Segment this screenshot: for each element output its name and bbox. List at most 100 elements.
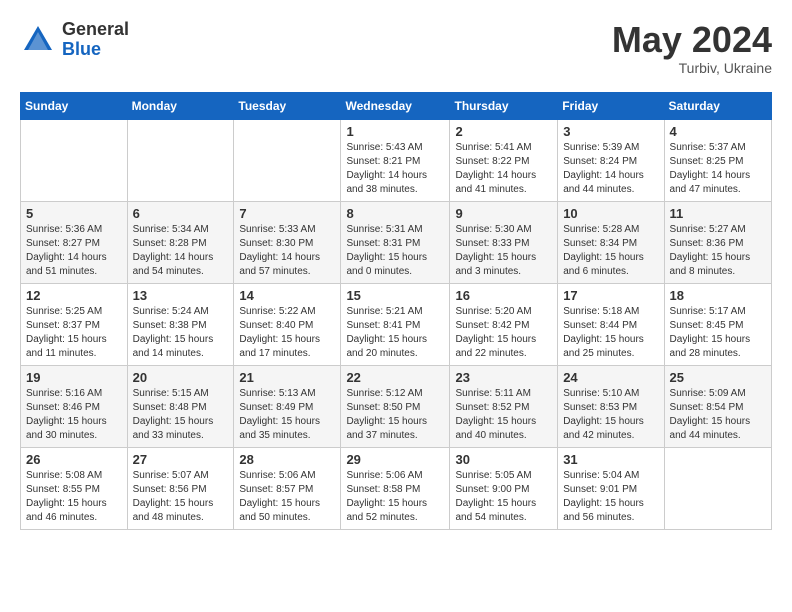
calendar-cell: 13 Sunrise: 5:24 AM Sunset: 8:38 PM Dayli… xyxy=(127,283,234,365)
calendar-cell: 4 Sunrise: 5:37 AM Sunset: 8:25 PM Daylig… xyxy=(664,119,771,201)
column-header-tuesday: Tuesday xyxy=(234,92,341,119)
calendar-cell: 15 Sunrise: 5:21 AM Sunset: 8:41 PM Dayli… xyxy=(341,283,450,365)
calendar-cell: 3 Sunrise: 5:39 AM Sunset: 8:24 PM Daylig… xyxy=(558,119,664,201)
day-number: 11 xyxy=(670,206,766,221)
day-number: 12 xyxy=(26,288,122,303)
day-number: 21 xyxy=(239,370,335,385)
day-number: 19 xyxy=(26,370,122,385)
day-number: 5 xyxy=(26,206,122,221)
day-number: 31 xyxy=(563,452,658,467)
column-header-monday: Monday xyxy=(127,92,234,119)
cell-content: Sunrise: 5:11 AM Sunset: 8:52 PM Dayligh… xyxy=(455,387,552,443)
calendar-cell: 7Sunrise: 5:33 AM Sunset: 8:30 PM Daylig… xyxy=(234,201,341,283)
day-number: 22 xyxy=(346,370,444,385)
day-number: 26 xyxy=(26,452,122,467)
cell-content: Sunrise: 5:20 AM Sunset: 8:42 PM Dayligh… xyxy=(455,305,552,361)
cell-content: Sunrise: 5:04 AM Sunset: 9:01 PM Dayligh… xyxy=(563,469,658,525)
cell-content: Sunrise: 5:33 AM Sunset: 8:30 PM Dayligh… xyxy=(239,223,335,279)
column-header-saturday: Saturday xyxy=(664,92,771,119)
day-number: 2 xyxy=(455,124,552,139)
title-block: May 2024 Turbiv, Ukraine xyxy=(612,20,772,76)
column-header-thursday: Thursday xyxy=(450,92,558,119)
location-label: Turbiv, Ukraine xyxy=(612,60,772,76)
day-number: 17 xyxy=(563,288,658,303)
calendar-cell: 31 Sunrise: 5:04 AM Sunset: 9:01 PM Dayli… xyxy=(558,447,664,529)
calendar-cell: 2 Sunrise: 5:41 AM Sunset: 8:22 PM Daylig… xyxy=(450,119,558,201)
day-number: 4 xyxy=(670,124,766,139)
cell-content: Sunrise: 5:21 AM Sunset: 8:41 PM Dayligh… xyxy=(346,305,444,361)
cell-content: Sunrise: 5:28 AM Sunset: 8:34 PM Dayligh… xyxy=(563,223,658,279)
calendar-cell: 5 Sunrise: 5:36 AM Sunset: 8:27 PM Daylig… xyxy=(21,201,128,283)
day-number: 29 xyxy=(346,452,444,467)
cell-content: Sunrise: 5:24 AM Sunset: 8:38 PM Dayligh… xyxy=(133,305,229,361)
day-number: 24 xyxy=(563,370,658,385)
cell-content: Sunrise: 5:31 AM Sunset: 8:31 PM Dayligh… xyxy=(346,223,444,279)
cell-content: Sunrise: 5:34 AM Sunset: 8:28 PM Dayligh… xyxy=(133,223,229,279)
cell-content: Sunrise: 5:06 AM Sunset: 8:57 PM Dayligh… xyxy=(239,469,335,525)
day-number: 1 xyxy=(346,124,444,139)
cell-content: Sunrise: 5:30 AM Sunset: 8:33 PM Dayligh… xyxy=(455,223,552,279)
calendar-cell: 19 Sunrise: 5:16 AM Sunset: 8:46 PM Dayli… xyxy=(21,365,128,447)
calendar-cell: 27 Sunrise: 5:07 AM Sunset: 8:56 PM Dayli… xyxy=(127,447,234,529)
cell-content: Sunrise: 5:07 AM Sunset: 8:56 PM Dayligh… xyxy=(133,469,229,525)
calendar-cell: 25Sunrise: 5:09 AM Sunset: 8:54 PM Dayli… xyxy=(664,365,771,447)
calendar-cell: 28Sunrise: 5:06 AM Sunset: 8:57 PM Dayli… xyxy=(234,447,341,529)
calendar-table: SundayMondayTuesdayWednesdayThursdayFrid… xyxy=(20,92,772,530)
cell-content: Sunrise: 5:18 AM Sunset: 8:44 PM Dayligh… xyxy=(563,305,658,361)
calendar-cell: 21Sunrise: 5:13 AM Sunset: 8:49 PM Dayli… xyxy=(234,365,341,447)
cell-content: Sunrise: 5:25 AM Sunset: 8:37 PM Dayligh… xyxy=(26,305,122,361)
cell-content: Sunrise: 5:16 AM Sunset: 8:46 PM Dayligh… xyxy=(26,387,122,443)
calendar-cell: 14Sunrise: 5:22 AM Sunset: 8:40 PM Dayli… xyxy=(234,283,341,365)
cell-content: Sunrise: 5:12 AM Sunset: 8:50 PM Dayligh… xyxy=(346,387,444,443)
calendar-cell: 23Sunrise: 5:11 AM Sunset: 8:52 PM Dayli… xyxy=(450,365,558,447)
day-number: 14 xyxy=(239,288,335,303)
calendar-cell xyxy=(664,447,771,529)
cell-content: Sunrise: 5:36 AM Sunset: 8:27 PM Dayligh… xyxy=(26,223,122,279)
day-number: 27 xyxy=(133,452,229,467)
cell-content: Sunrise: 5:15 AM Sunset: 8:48 PM Dayligh… xyxy=(133,387,229,443)
day-number: 10 xyxy=(563,206,658,221)
calendar-cell: 16 Sunrise: 5:20 AM Sunset: 8:42 PM Dayli… xyxy=(450,283,558,365)
calendar-header-row: SundayMondayTuesdayWednesdayThursdayFrid… xyxy=(21,92,772,119)
cell-content: Sunrise: 5:27 AM Sunset: 8:36 PM Dayligh… xyxy=(670,223,766,279)
cell-content: Sunrise: 5:10 AM Sunset: 8:53 PM Dayligh… xyxy=(563,387,658,443)
calendar-week-row: 12 Sunrise: 5:25 AM Sunset: 8:37 PM Dayli… xyxy=(21,283,772,365)
calendar-week-row: 19 Sunrise: 5:16 AM Sunset: 8:46 PM Dayli… xyxy=(21,365,772,447)
calendar-cell: 18 Sunrise: 5:17 AM Sunset: 8:45 PM Dayli… xyxy=(664,283,771,365)
day-number: 15 xyxy=(346,288,444,303)
column-header-friday: Friday xyxy=(558,92,664,119)
day-number: 13 xyxy=(133,288,229,303)
logo: General Blue xyxy=(20,20,129,60)
cell-content: Sunrise: 5:39 AM Sunset: 8:24 PM Dayligh… xyxy=(563,141,658,197)
calendar-cell: 10 Sunrise: 5:28 AM Sunset: 8:34 PM Dayli… xyxy=(558,201,664,283)
day-number: 6 xyxy=(133,206,229,221)
cell-content: Sunrise: 5:43 AM Sunset: 8:21 PM Dayligh… xyxy=(346,141,444,197)
calendar-week-row: 26 Sunrise: 5:08 AM Sunset: 8:55 PM Dayli… xyxy=(21,447,772,529)
cell-content: Sunrise: 5:37 AM Sunset: 8:25 PM Dayligh… xyxy=(670,141,766,197)
calendar-cell: 6 Sunrise: 5:34 AM Sunset: 8:28 PM Daylig… xyxy=(127,201,234,283)
calendar-week-row: 5 Sunrise: 5:36 AM Sunset: 8:27 PM Daylig… xyxy=(21,201,772,283)
cell-content: Sunrise: 5:41 AM Sunset: 8:22 PM Dayligh… xyxy=(455,141,552,197)
calendar-cell xyxy=(21,119,128,201)
logo-text: General Blue xyxy=(62,20,129,60)
day-number: 30 xyxy=(455,452,552,467)
column-header-wednesday: Wednesday xyxy=(341,92,450,119)
calendar-cell xyxy=(127,119,234,201)
calendar-cell: 22 Sunrise: 5:12 AM Sunset: 8:50 PM Dayli… xyxy=(341,365,450,447)
calendar-cell: 11 Sunrise: 5:27 AM Sunset: 8:36 PM Dayli… xyxy=(664,201,771,283)
cell-content: Sunrise: 5:08 AM Sunset: 8:55 PM Dayligh… xyxy=(26,469,122,525)
column-header-sunday: Sunday xyxy=(21,92,128,119)
logo-icon xyxy=(20,22,56,58)
day-number: 18 xyxy=(670,288,766,303)
calendar-cell: 8 Sunrise: 5:31 AM Sunset: 8:31 PM Daylig… xyxy=(341,201,450,283)
day-number: 8 xyxy=(346,206,444,221)
cell-content: Sunrise: 5:17 AM Sunset: 8:45 PM Dayligh… xyxy=(670,305,766,361)
calendar-cell: 12 Sunrise: 5:25 AM Sunset: 8:37 PM Dayli… xyxy=(21,283,128,365)
day-number: 3 xyxy=(563,124,658,139)
logo-general: General xyxy=(62,20,129,40)
calendar-cell: 20Sunrise: 5:15 AM Sunset: 8:48 PM Dayli… xyxy=(127,365,234,447)
logo-blue: Blue xyxy=(62,40,129,60)
day-number: 16 xyxy=(455,288,552,303)
calendar-cell xyxy=(234,119,341,201)
cell-content: Sunrise: 5:05 AM Sunset: 9:00 PM Dayligh… xyxy=(455,469,552,525)
